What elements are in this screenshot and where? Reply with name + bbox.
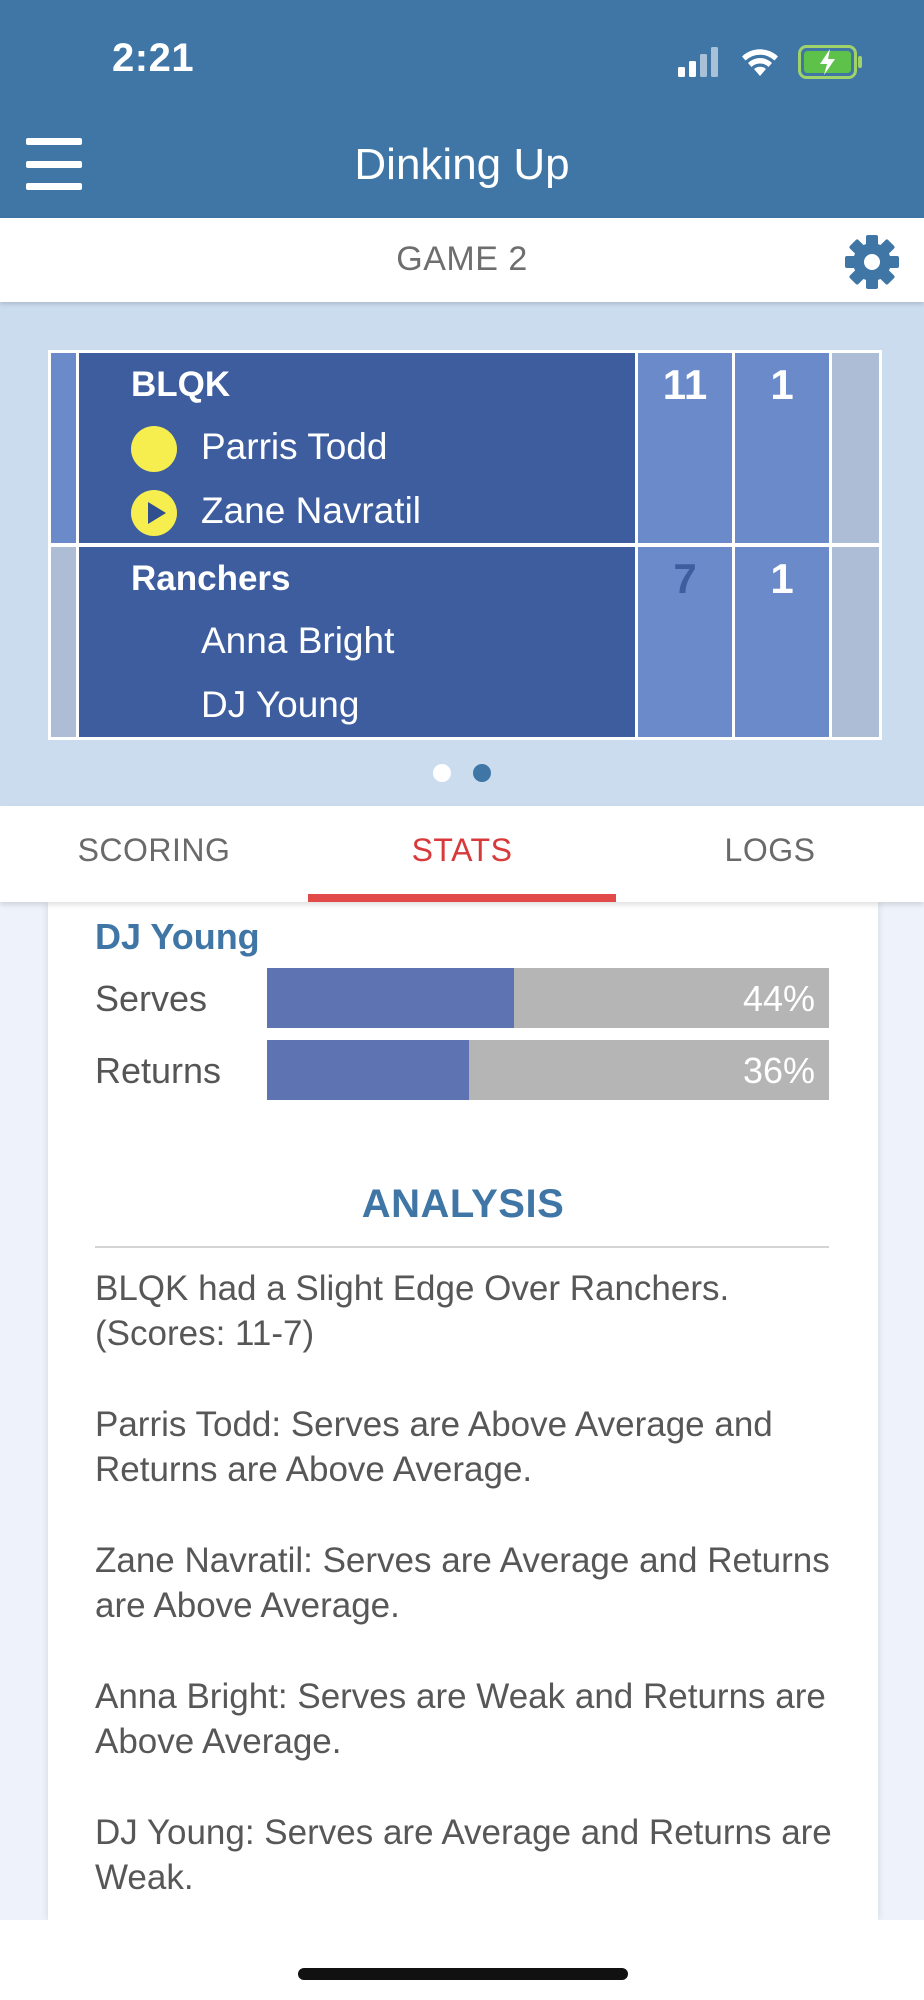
team-color-strip xyxy=(51,353,76,543)
player-name: Anna Bright xyxy=(201,620,395,661)
analysis-paragraph: DJ Young: Serves are Average and Returns… xyxy=(95,1813,832,1897)
status-time: 2:21 xyxy=(112,36,195,80)
home-indicator xyxy=(298,1968,628,1980)
app-title: Dinking Up xyxy=(354,140,570,189)
serves-bar: 44% xyxy=(267,968,829,1028)
serves-percent: 44% xyxy=(742,978,815,1019)
player-name: DJ Young xyxy=(201,684,360,725)
returns-bar: 36% xyxy=(267,1040,829,1100)
analysis-paragraph: BLQK had a Slight Edge Over Ranchers. (S… xyxy=(95,1269,730,1353)
game-score-cell: 11 xyxy=(638,353,732,543)
returns-percent: 36% xyxy=(742,1050,815,1091)
game-bar: GAME 2 xyxy=(0,218,924,302)
empty-score-cell xyxy=(832,547,879,737)
gear-icon[interactable] xyxy=(844,234,900,290)
stat-label-returns: Returns xyxy=(95,1050,222,1091)
player-name: Zane Navratil xyxy=(201,490,422,531)
game-score-cell: 7 xyxy=(638,547,732,737)
yellow-dot-icon xyxy=(131,426,177,472)
page-dot[interactable] xyxy=(433,764,451,782)
scoreboard: BLQK Parris Todd Zane Navratil 11 1 Ranc… xyxy=(48,350,882,740)
games-won-cell: 1 xyxy=(735,547,829,737)
returns-bar-fill xyxy=(267,1040,470,1100)
team-row-ranchers[interactable]: Ranchers Anna Bright DJ Young xyxy=(79,547,635,737)
tab-stats[interactable]: STATS xyxy=(308,806,616,902)
stats-panel[interactable]: DJ Young Serves 44% Returns 36% ANALYSIS… xyxy=(48,902,878,1920)
game-score: 7 xyxy=(673,555,697,602)
divider xyxy=(95,1246,829,1248)
wifi-icon xyxy=(742,49,778,76)
player-name: Parris Todd xyxy=(201,426,388,467)
games-won: 1 xyxy=(770,555,794,602)
analysis-paragraph: Parris Todd: Serves are Above Average an… xyxy=(95,1405,773,1489)
game-title: GAME 2 xyxy=(396,240,528,278)
score-area: BLQK Parris Todd Zane Navratil 11 1 Ranc… xyxy=(0,302,924,806)
page-indicator xyxy=(0,764,924,782)
tab-scoring[interactable]: SCORING xyxy=(0,806,308,902)
page-dot-active[interactable] xyxy=(473,764,491,782)
player-stats-name: DJ Young xyxy=(95,916,260,957)
app-header: 2:21 Dinking Up xyxy=(0,0,924,218)
bottom-safe-area xyxy=(0,1920,924,2000)
games-won-cell: 1 xyxy=(735,353,829,543)
play-icon xyxy=(131,490,177,536)
tab-bar: SCORING STATS LOGS xyxy=(0,806,924,902)
analysis-paragraph: Anna Bright: Serves are Weak and Returns… xyxy=(95,1677,826,1761)
cellular-signal-icon xyxy=(678,47,718,77)
analysis-paragraph: Zane Navratil: Serves are Average and Re… xyxy=(95,1541,830,1625)
stat-label-serves: Serves xyxy=(95,978,208,1019)
empty-score-cell xyxy=(832,353,879,543)
game-score: 11 xyxy=(662,361,708,408)
games-won: 1 xyxy=(770,361,794,408)
battery-charging-icon xyxy=(798,45,862,79)
serves-bar-fill xyxy=(267,968,515,1028)
team-name: Ranchers xyxy=(131,559,291,598)
team-row-blqk[interactable]: BLQK Parris Todd Zane Navratil xyxy=(79,353,635,543)
team-name: BLQK xyxy=(131,365,231,404)
status-icons xyxy=(678,40,864,84)
tab-logs[interactable]: LOGS xyxy=(616,806,924,902)
analysis-title: ANALYSIS xyxy=(361,1182,565,1226)
team-color-strip xyxy=(51,547,76,737)
